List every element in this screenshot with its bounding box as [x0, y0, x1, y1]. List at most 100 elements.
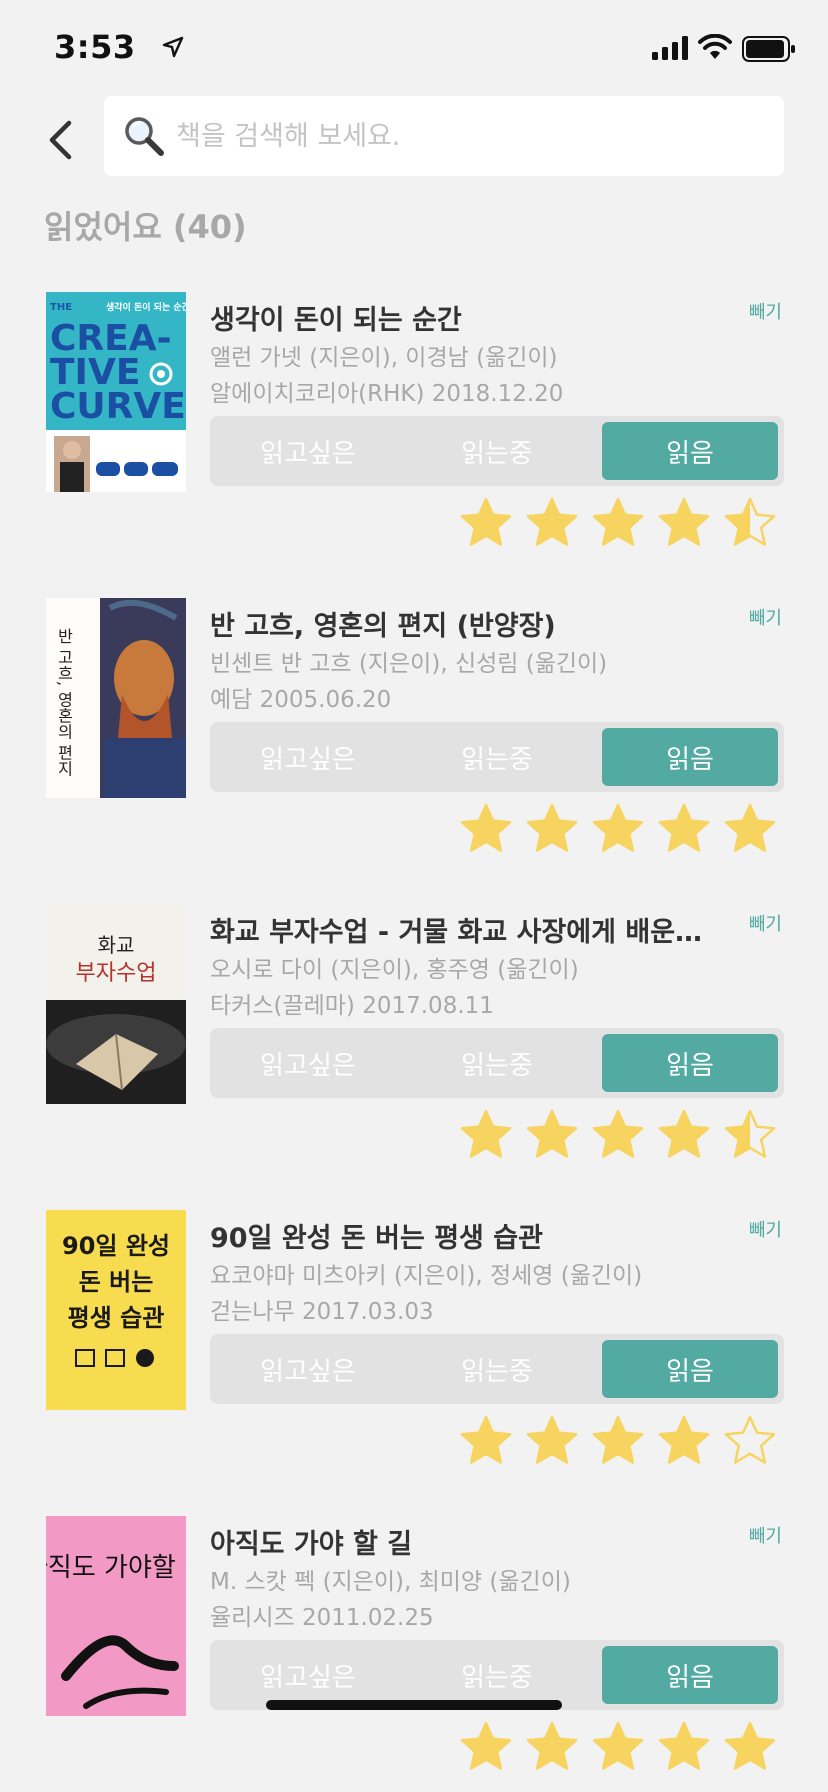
status-read-button[interactable]: 읽음	[602, 1646, 778, 1704]
reading-status-segmented-control: 읽고싶은 읽는중 읽음	[210, 722, 784, 792]
star-rating[interactable]	[458, 1414, 788, 1474]
cover-line-2: 돈 버는	[79, 1268, 154, 1296]
star-full-icon[interactable]	[458, 1414, 514, 1470]
back-button[interactable]	[30, 110, 90, 170]
book-authors: 오시로 다이 (지은이), 홍주영 (옮긴이)	[210, 957, 579, 983]
star-full-icon[interactable]	[656, 802, 712, 858]
cover-art-image: 90일 완성 돈 버는 평생 습관	[46, 1210, 186, 1410]
cover-art-image: 반 고흐, 영혼의 편지	[46, 598, 186, 798]
book-item[interactable]: 화교 부자수업 화교 부자수업 - 거물 화교 사장에게 배운 부자의 비밀 빼…	[0, 904, 828, 1204]
book-publisher-date: 예담 2005.06.20	[210, 687, 392, 713]
star-full-icon[interactable]	[524, 802, 580, 858]
book-item[interactable]: 생각이 돈이 되는 순간 THE CREA- TIVE CURVE 생각이 돈이…	[0, 292, 828, 592]
cellular-signal-icon	[652, 36, 688, 60]
chevron-left-icon	[49, 120, 72, 160]
cover-line-2: 부자수업	[76, 961, 157, 986]
star-full-icon[interactable]	[590, 1414, 646, 1470]
cover-vertical-title-text: 반 고흐, 영혼의 편지	[55, 628, 74, 776]
search-input[interactable]	[176, 120, 784, 152]
star-rating[interactable]	[458, 1720, 788, 1780]
star-full-icon[interactable]	[458, 802, 514, 858]
reading-status-segmented-control: 읽고싶은 읽는중 읽음	[210, 416, 784, 486]
book-cover: 반 고흐, 영혼의 편지	[46, 598, 186, 798]
book-title[interactable]: 아직도 가야 할 길	[210, 1522, 710, 1561]
status-want-button[interactable]: 읽고싶은	[220, 1034, 396, 1092]
status-read-button[interactable]: 읽음	[602, 1034, 778, 1092]
status-want-button[interactable]: 읽고싶은	[220, 1646, 396, 1704]
book-authors: 요코야마 미츠아키 (지은이), 정세영 (옮긴이)	[210, 1263, 643, 1289]
star-rating[interactable]	[458, 496, 788, 556]
remove-button[interactable]: 빼기	[749, 1522, 782, 1548]
book-title[interactable]: 화교 부자수업 - 거물 화교 사장에게 배운 부자의 비밀	[210, 910, 710, 949]
remove-button[interactable]: 빼기	[749, 298, 782, 324]
status-time: 3:53	[54, 28, 136, 66]
book-cover: 생각이 돈이 되는 순간 THE CREA- TIVE CURVE	[46, 292, 186, 492]
star-full-icon[interactable]	[458, 1108, 514, 1164]
book-authors: M. 스캇 펙 (지은이), 최미양 (옮긴이)	[210, 1569, 571, 1595]
status-bar: 3:53	[0, 0, 828, 100]
remove-button[interactable]: 빼기	[749, 910, 782, 936]
book-cover: 화교 부자수업	[46, 904, 186, 1104]
star-full-icon[interactable]	[656, 1108, 712, 1164]
book-item[interactable]: 90일 완성 돈 버는 평생 습관 90일 완성 돈 버는 평생 습관 빼기 요…	[0, 1210, 828, 1510]
star-full-icon[interactable]	[656, 1414, 712, 1470]
status-want-button[interactable]: 읽고싶은	[220, 728, 396, 786]
section-title: 읽었어요 (40)	[44, 208, 247, 246]
star-empty-icon[interactable]	[722, 1414, 778, 1470]
wifi-icon	[698, 34, 732, 59]
star-full-icon[interactable]	[590, 496, 646, 552]
book-item[interactable]: 아직도 가야할 길 아직도 가야 할 길 빼기 M. 스캇 펙 (지은이), 최…	[0, 1516, 828, 1792]
book-authors: 빈센트 반 고흐 (지은이), 신성림 (옮긴이)	[210, 651, 608, 677]
star-rating[interactable]	[458, 1108, 788, 1168]
star-full-icon[interactable]	[458, 1720, 514, 1776]
cover-art-image: 화교 부자수업	[46, 904, 186, 1104]
star-half-icon[interactable]	[722, 496, 778, 552]
star-full-icon[interactable]	[524, 1108, 580, 1164]
search-icon	[125, 117, 164, 156]
home-indicator	[266, 1700, 562, 1710]
book-cover: 90일 완성 돈 버는 평생 습관	[46, 1210, 186, 1410]
star-full-icon[interactable]	[458, 496, 514, 552]
search-box[interactable]	[104, 96, 784, 176]
cover-word-3: CURVE	[50, 386, 186, 427]
book-publisher-date: 걷는나무 2017.03.03	[210, 1299, 434, 1325]
status-want-button[interactable]: 읽고싶은	[220, 1340, 396, 1398]
status-read-button[interactable]: 읽음	[602, 422, 778, 480]
status-reading-button[interactable]: 읽는중	[409, 422, 585, 480]
star-rating[interactable]	[458, 802, 788, 862]
remove-button[interactable]: 빼기	[749, 1216, 782, 1242]
book-title[interactable]: 반 고흐, 영혼의 편지 (반양장)	[210, 604, 710, 643]
star-full-icon[interactable]	[590, 1108, 646, 1164]
status-reading-button[interactable]: 읽는중	[409, 1034, 585, 1092]
status-read-button[interactable]: 읽음	[602, 1340, 778, 1398]
screen: 3:53 읽었	[0, 0, 828, 1792]
book-cover: 아직도 가야할 길	[46, 1516, 186, 1716]
star-full-icon[interactable]	[590, 1720, 646, 1776]
book-title[interactable]: 생각이 돈이 되는 순간	[210, 298, 710, 337]
star-half-icon[interactable]	[722, 1108, 778, 1164]
star-full-icon[interactable]	[656, 1720, 712, 1776]
star-full-icon[interactable]	[722, 1720, 778, 1776]
star-full-icon[interactable]	[524, 1720, 580, 1776]
cover-title-text: 아직도 가야할 길	[46, 1553, 186, 1583]
star-full-icon[interactable]	[590, 802, 646, 858]
reading-status-segmented-control: 읽고싶은 읽는중 읽음	[210, 1028, 784, 1098]
book-publisher-date: 율리시즈 2011.02.25	[210, 1605, 434, 1631]
status-want-button[interactable]: 읽고싶은	[220, 422, 396, 480]
remove-button[interactable]: 빼기	[749, 604, 782, 630]
book-item[interactable]: 반 고흐, 영혼의 편지 반 고흐, 영혼의 편지 (반양장) 빼기 빈센트 반…	[0, 598, 828, 898]
star-full-icon[interactable]	[722, 802, 778, 858]
cover-line-1: 90일 완성	[62, 1232, 170, 1260]
cover-art-image: 생각이 돈이 되는 순간 THE CREA- TIVE CURVE	[46, 292, 186, 492]
star-full-icon[interactable]	[524, 496, 580, 552]
status-read-button[interactable]: 읽음	[602, 728, 778, 786]
status-reading-button[interactable]: 읽는중	[409, 1340, 585, 1398]
status-reading-button[interactable]: 읽는중	[409, 728, 585, 786]
book-authors: 앨런 가넷 (지은이), 이경남 (옮긴이)	[210, 345, 558, 371]
reading-status-segmented-control: 읽고싶은 읽는중 읽음	[210, 1334, 784, 1404]
book-publisher-date: 알에이치코리아(RHK) 2018.12.20	[210, 381, 564, 407]
star-full-icon[interactable]	[656, 496, 712, 552]
status-reading-button[interactable]: 읽는중	[409, 1646, 585, 1704]
book-title[interactable]: 90일 완성 돈 버는 평생 습관	[210, 1216, 710, 1255]
star-full-icon[interactable]	[524, 1414, 580, 1470]
